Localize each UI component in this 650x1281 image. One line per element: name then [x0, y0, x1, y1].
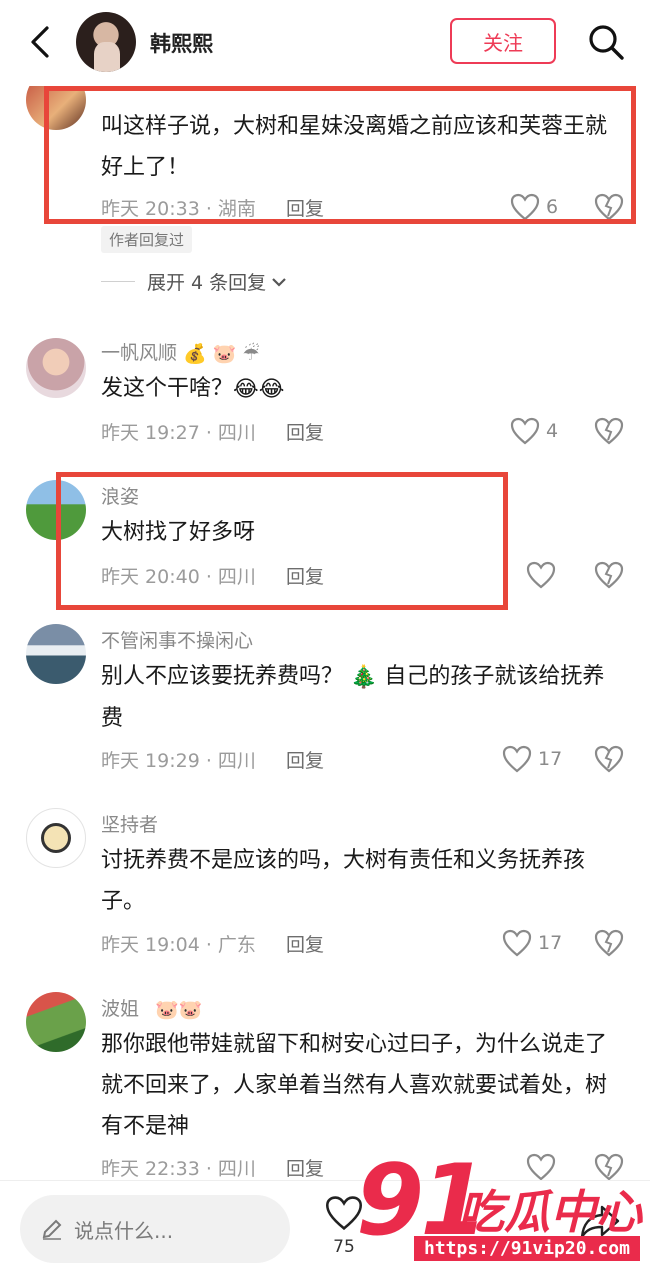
avatar[interactable] — [26, 808, 86, 868]
input-placeholder: 说点什么... — [74, 1218, 174, 1243]
highlight-box — [56, 472, 508, 610]
top-bar: 韩熙熙 关注 — [0, 0, 650, 86]
reply-button[interactable]: 回复 — [286, 1158, 324, 1180]
like-button[interactable]: 17 — [502, 928, 562, 958]
comment-text: 那你跟他带娃就留下和树安心过曰子，为什么说走了就不回来了，人家单着当然有人喜欢就… — [101, 1032, 608, 1139]
like-button[interactable]: 4 — [510, 416, 558, 446]
dislike-heart-icon[interactable] — [594, 744, 624, 774]
chevron-down-icon — [272, 277, 286, 287]
avatar[interactable] — [26, 992, 86, 1052]
follow-button[interactable]: 关注 — [450, 18, 556, 64]
reply-button[interactable]: 回复 — [286, 422, 324, 444]
page-title[interactable]: 韩熙熙 — [150, 28, 213, 58]
expand-replies[interactable]: 展开 4 条回复 — [101, 268, 288, 295]
dislike-heart-icon[interactable] — [594, 560, 624, 590]
reply-button[interactable]: 回复 — [286, 934, 324, 956]
like-count: 4 — [546, 420, 559, 442]
comment-meta: 昨天 22:33 · 四川 回复 — [101, 1154, 324, 1181]
heart-icon — [510, 417, 540, 445]
pig-emoji: 🐷 — [212, 343, 237, 365]
comment-text: 讨抚养费不是应该的吗，大树有责任和义务抚养孩子。 — [101, 848, 586, 914]
watermark: 91 吃瓜中心 https://91vip20.com — [348, 1144, 648, 1280]
dislike-heart-icon[interactable] — [594, 928, 624, 958]
avatar[interactable] — [26, 624, 86, 684]
expand-label: 展开 4 条回复 — [147, 272, 267, 294]
christmas-tree-emoji: 🎄 — [350, 664, 378, 690]
comment-time: 昨天 19:27 · 四川 — [101, 422, 256, 444]
heart-icon — [526, 561, 556, 589]
money-bag-emoji: 💰 — [183, 343, 207, 365]
comment-time: 昨天 19:04 · 广东 — [101, 934, 256, 956]
search-icon[interactable] — [586, 22, 626, 62]
comment-meta: 昨天 19:04 · 广东 回复 — [101, 930, 324, 957]
comment-text: 发这个干啥？😂😂 — [101, 368, 621, 410]
comment-author: 一帆风顺 💰 🐷 ☔ — [101, 342, 260, 365]
author-replied-tag: 作者回复过 — [101, 226, 193, 253]
like-count: 17 — [538, 932, 563, 954]
back-arrow-icon — [31, 26, 49, 58]
highlight-box — [44, 86, 636, 224]
comment-input[interactable]: 说点什么... — [20, 1195, 290, 1263]
laughing-emoji: 😂😂 — [233, 376, 285, 402]
like-button[interactable]: 17 — [502, 744, 562, 774]
comment-time: 昨天 19:29 · 四川 — [101, 750, 256, 772]
comment-meta: 昨天 19:29 · 四川 回复 — [101, 746, 324, 773]
umbrella-emoji: ☔ — [242, 342, 260, 365]
comment-time: 昨天 22:33 · 四川 — [101, 1158, 256, 1180]
reply-button[interactable]: 回复 — [286, 750, 324, 772]
comment-author: 不管闲事不操闲心 — [101, 630, 254, 652]
heart-icon — [502, 929, 532, 957]
divider — [101, 281, 135, 282]
pig-emoji: 🐷🐷 — [155, 999, 203, 1021]
pencil-icon — [42, 1219, 62, 1240]
dislike-heart-icon[interactable] — [594, 416, 624, 446]
comment-author: 坚持者 — [101, 814, 159, 836]
like-count: 17 — [538, 748, 563, 770]
back-button[interactable] — [24, 22, 56, 62]
comment-author: 波姐 🐷🐷 — [101, 998, 203, 1021]
comment-text: 别人不应该要抚养费吗？ 🎄 自己的孩子就该给抚养费 — [101, 656, 621, 739]
like-button[interactable] — [526, 560, 556, 590]
avatar-badge — [41, 823, 71, 853]
watermark-text: 吃瓜中心 — [458, 1185, 642, 1239]
watermark-url: https://91vip20.com — [414, 1236, 640, 1261]
comment-meta: 昨天 19:27 · 四川 回复 — [101, 418, 324, 445]
avatar[interactable] — [26, 338, 86, 398]
heart-icon — [502, 745, 532, 773]
avatar[interactable] — [76, 12, 136, 72]
